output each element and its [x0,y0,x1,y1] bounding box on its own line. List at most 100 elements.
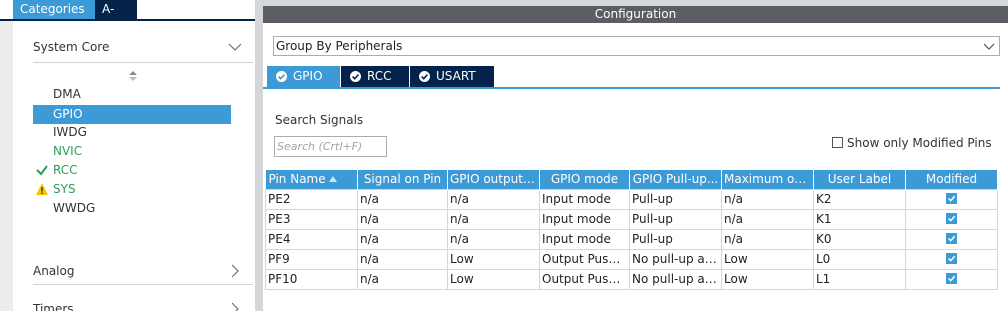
search-signals-label: Search Signals [275,113,364,127]
column-header-signal[interactable]: Signal on Pin [357,170,448,189]
tab-label: USART [436,69,476,83]
cell-modified[interactable] [905,268,998,290]
left-tab-bar: Categories A->Z [0,0,255,35]
cell-modified[interactable] [905,248,998,270]
table-row[interactable]: PF9 n/a Low Output Push... No pull-up an... L… [265,248,998,270]
cell-gpio-mode[interactable]: Input mode [539,228,630,250]
left-panel: Categories A->Z System Core DMA GPIO IWD… [0,0,255,311]
checkbox-checked-icon[interactable] [946,273,957,284]
search-input[interactable] [274,136,387,157]
cell-signal[interactable]: n/a [357,188,448,210]
category-item-nvic[interactable]: NVIC [33,142,231,161]
column-header-max-output[interactable]: Maximum ou... [721,170,814,189]
cell-modified[interactable] [905,228,998,250]
category-item-label: WWDG [53,201,96,215]
cell-signal[interactable]: n/a [357,208,448,230]
column-header-gpio-mode[interactable]: GPIO mode [539,170,630,189]
cell-gpio-mode[interactable]: Input mode [539,188,630,210]
category-item-dma[interactable]: DMA [33,85,231,104]
category-system-core[interactable]: System Core [33,35,243,59]
cell-pin-name[interactable]: PF10 [265,268,358,290]
cell-max-output[interactable]: n/a [721,208,814,230]
cell-gpio-mode[interactable]: Input mode [539,208,630,230]
cell-max-output[interactable]: n/a [721,228,814,250]
checkbox-checked-icon[interactable] [946,193,957,204]
cell-max-output[interactable]: Low [721,268,814,290]
column-header-gpio-output[interactable]: GPIO output ... [447,170,540,189]
category-item-label: IWDG [53,125,87,139]
category-item-label: NVIC [53,144,83,158]
tab-categories[interactable]: Categories [13,0,95,19]
cell-user-label[interactable]: L1 [813,268,906,290]
show-modified-label: Show only Modified Pins [847,136,992,150]
category-analog[interactable]: Analog [33,259,243,283]
column-header-pull[interactable]: GPIO Pull-up... [629,170,722,189]
checkbox-checked-icon[interactable] [946,213,957,224]
category-item-gpio[interactable]: GPIO [33,105,231,124]
cell-modified[interactable] [905,208,998,230]
column-header-modified[interactable]: Modified [905,170,998,189]
cell-gpio-output[interactable]: Low [447,268,540,290]
cell-gpio-output[interactable]: n/a [447,208,540,230]
cell-user-label[interactable]: L0 [813,248,906,270]
cell-pull[interactable]: Pull-up [629,228,722,250]
cell-pin-name[interactable]: PE4 [265,228,358,250]
column-header-pin-name[interactable]: Pin Name [265,170,358,189]
cell-gpio-output[interactable]: Low [447,248,540,270]
show-modified-toggle[interactable]: Show only Modified Pins [832,136,992,152]
tab-rcc[interactable]: RCC [341,66,409,87]
table-row[interactable]: PF10 n/a Low Output Push... No pull-up an...… [265,268,998,290]
category-label: Analog [33,264,75,278]
cell-pin-name[interactable]: PE3 [265,208,358,230]
tab-usart[interactable]: USART [410,66,494,87]
configuration-title: Configuration [263,6,1008,23]
cell-pull[interactable]: Pull-up [629,208,722,230]
show-modified-checkbox[interactable] [832,137,843,148]
cell-max-output[interactable]: Low [721,248,814,270]
category-item-iwdg[interactable]: IWDG [33,123,231,142]
category-label: System Core [33,40,110,54]
cell-pull[interactable]: No pull-up an... [629,268,722,290]
cell-pull[interactable]: Pull-up [629,188,722,210]
category-item-label: GPIO [53,107,83,121]
cell-pin-name[interactable]: PE2 [265,188,358,210]
tab-gpio[interactable]: GPIO [267,66,340,87]
column-header-user-label[interactable]: User Label [813,170,906,189]
column-header-label: Pin Name [268,172,326,187]
cell-signal[interactable]: n/a [357,248,448,270]
tab-underline [263,87,1000,89]
cell-user-label[interactable]: K2 [813,188,906,210]
cell-signal[interactable]: n/a [357,228,448,250]
sort-ascending-icon [328,176,337,183]
cell-pin-name[interactable]: PF9 [265,248,358,270]
cell-user-label[interactable]: K1 [813,208,906,230]
cell-gpio-output[interactable]: n/a [447,228,540,250]
cell-modified[interactable] [905,188,998,210]
cell-gpio-output[interactable]: n/a [447,188,540,210]
category-label: Timers [33,302,74,311]
cell-gpio-mode[interactable]: Output Push... [539,268,630,290]
sort-icon[interactable] [128,70,138,82]
group-by-select[interactable]: Group By Peripherals [273,36,1000,56]
category-divider [33,284,253,285]
table-row[interactable]: PE3 n/a n/a Input mode Pull-up n/a K1 [265,208,998,230]
checkbox-checked-icon[interactable] [946,253,957,264]
checkbox-checked-icon[interactable] [946,233,957,244]
cell-pull[interactable]: No pull-up an... [629,248,722,270]
check-icon [36,165,48,176]
group-by-value: Group By Peripherals [276,39,403,53]
tab-a-to-z[interactable]: A->Z [95,0,137,35]
cell-gpio-mode[interactable]: Output Push... [539,248,630,270]
category-list: System Core DMA GPIO IWDG NVIC RCC SYS W… [13,21,255,311]
cell-signal[interactable]: n/a [357,268,448,290]
category-item-sys[interactable]: SYS [33,180,231,199]
category-divider [33,62,253,63]
category-item-rcc[interactable]: RCC [33,161,231,180]
cell-user-label[interactable]: K0 [813,228,906,250]
left-panel-gutter [0,21,13,311]
table-row[interactable]: PE4 n/a n/a Input mode Pull-up n/a K0 [265,228,998,250]
category-item-wwdg[interactable]: WWDG [33,199,231,218]
table-row[interactable]: PE2 n/a n/a Input mode Pull-up n/a K2 [265,188,998,210]
cell-max-output[interactable]: n/a [721,188,814,210]
category-timers[interactable]: Timers [33,297,243,311]
